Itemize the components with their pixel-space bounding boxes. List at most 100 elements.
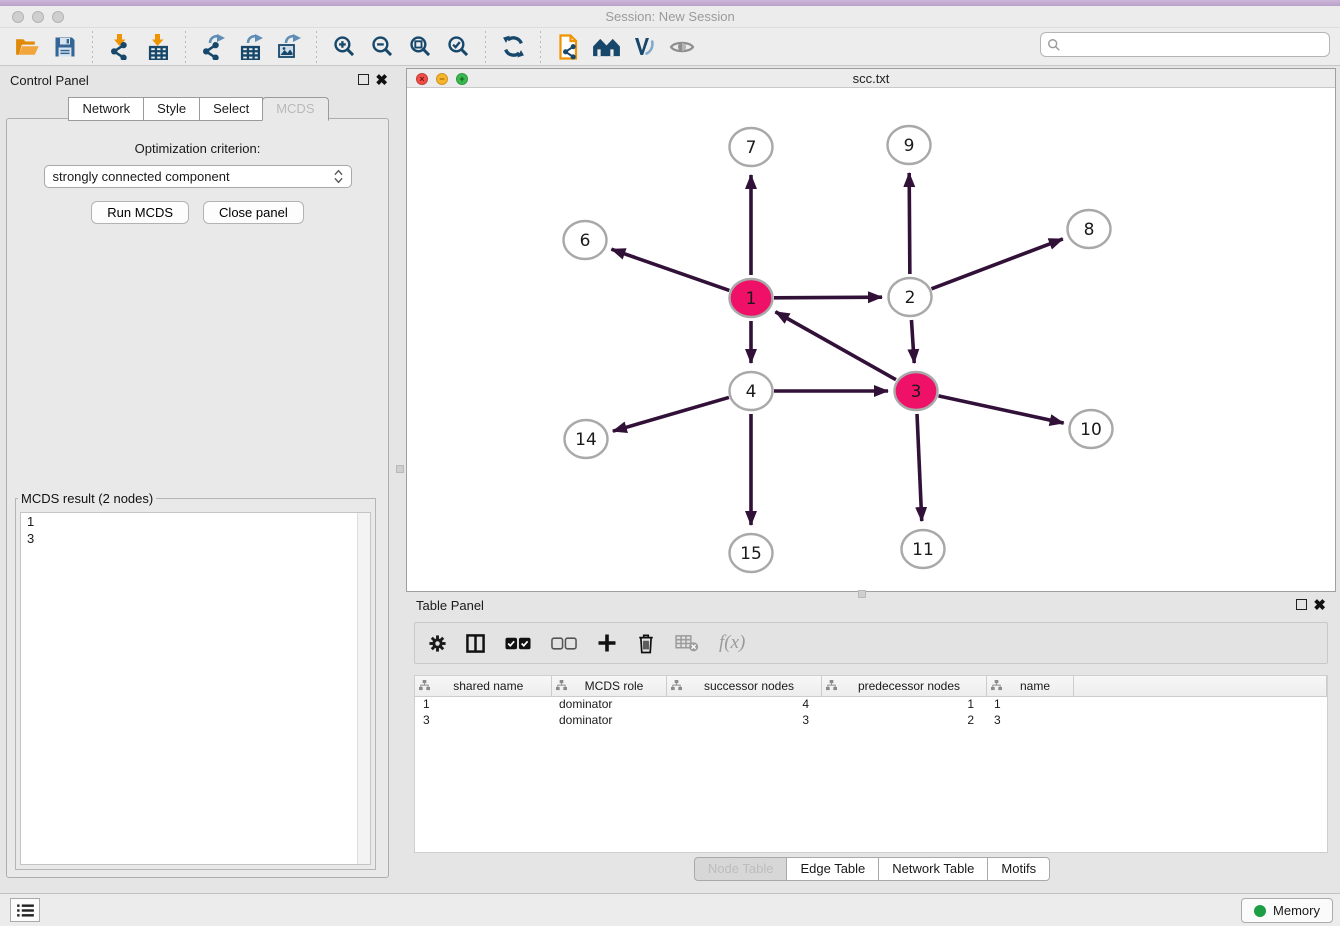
graph-edge-2-8[interactable] — [932, 239, 1063, 289]
zoom-in-button[interactable] — [325, 30, 363, 64]
table-cell[interactable]: 1 — [986, 696, 1073, 712]
memory-label: Memory — [1273, 903, 1320, 918]
graph-edge-2-3[interactable] — [911, 320, 914, 363]
criterion-select[interactable]: strongly connected component — [44, 165, 352, 188]
graph-node-6[interactable]: 6 — [564, 221, 607, 259]
table-cell[interactable]: 1 — [415, 696, 551, 712]
refresh-icon — [501, 34, 526, 59]
table-row[interactable]: 3dominator323 — [415, 712, 1327, 728]
table-cell[interactable]: 4 — [666, 696, 821, 712]
graph-node-14[interactable]: 14 — [565, 420, 608, 458]
graph-edge-2-9[interactable] — [909, 173, 910, 274]
graph-edge-1-6[interactable] — [611, 249, 729, 290]
svg-text:6: 6 — [580, 231, 591, 251]
graph-edge-3-1[interactable] — [775, 312, 896, 380]
close-panel-icon[interactable]: ✖ — [375, 71, 388, 89]
tab-style[interactable]: Style — [143, 97, 200, 121]
tab-mcds[interactable]: MCDS — [262, 97, 328, 121]
column-header-MCDS-role[interactable]: MCDS role — [551, 676, 666, 696]
export-image-button[interactable] — [270, 30, 308, 64]
graph-edge-3-10[interactable] — [938, 396, 1063, 423]
table-cell[interactable]: dominator — [551, 696, 666, 712]
zoom-out-button[interactable] — [363, 30, 401, 64]
trash-icon — [637, 633, 655, 654]
float-panel-icon[interactable] — [1296, 599, 1307, 610]
open-session-button[interactable] — [8, 30, 46, 64]
import-table-button[interactable] — [139, 30, 177, 64]
graphics-details-button[interactable] — [663, 30, 701, 64]
split-divider-handle[interactable] — [858, 590, 866, 598]
export-network-button[interactable] — [194, 30, 232, 64]
column-header-shared-name[interactable]: shared name — [415, 676, 551, 696]
deselect-all-columns-button[interactable] — [551, 637, 577, 650]
search-box[interactable] — [1040, 32, 1330, 57]
table-cell[interactable]: 1 — [821, 696, 986, 712]
table-cell[interactable]: 3 — [415, 712, 551, 728]
memory-status-dot — [1254, 905, 1266, 917]
memory-button[interactable]: Memory — [1241, 898, 1333, 923]
graph-node-2[interactable]: 2 — [889, 278, 932, 316]
export-network-icon — [200, 34, 226, 60]
column-header-successor-nodes[interactable]: successor nodes — [666, 676, 821, 696]
float-panel-icon[interactable] — [358, 74, 369, 85]
table-cell[interactable]: dominator — [551, 712, 666, 728]
search-input[interactable] — [1065, 36, 1323, 53]
table-settings-button[interactable] — [429, 635, 446, 652]
tab-select[interactable]: Select — [199, 97, 263, 121]
tab-edge-table[interactable]: Edge Table — [786, 857, 879, 881]
close-panel-icon[interactable]: ✖ — [1313, 596, 1326, 614]
run-mcds-button[interactable]: Run MCDS — [91, 201, 189, 224]
task-history-button[interactable] — [10, 898, 40, 922]
graph-node-8[interactable]: 8 — [1068, 210, 1111, 248]
graph-edge-4-14[interactable] — [613, 397, 729, 431]
export-table-button[interactable] — [232, 30, 270, 64]
result-scrollbar[interactable] — [357, 513, 370, 864]
table-cell[interactable]: 3 — [666, 712, 821, 728]
toolbar-separator — [485, 31, 486, 63]
graph-node-7[interactable]: 7 — [730, 128, 773, 166]
select-all-columns-button[interactable] — [505, 637, 531, 650]
tab-network[interactable]: Network — [68, 97, 144, 121]
fx-icon: f(x) — [719, 632, 745, 654]
graph-node-4[interactable]: 4 — [730, 372, 773, 410]
mcds-result-list: 13 — [20, 512, 371, 865]
graph-edge-1-2[interactable] — [774, 297, 882, 298]
vizmapper-button[interactable] — [625, 30, 663, 64]
table-row[interactable]: 1dominator411 — [415, 696, 1327, 712]
tab-network-table[interactable]: Network Table — [878, 857, 988, 881]
graph-node-10[interactable]: 10 — [1070, 410, 1113, 448]
close-panel-button[interactable]: Close panel — [203, 201, 304, 224]
network-canvas[interactable]: 1 2 3 4 6 7 8 9 10 11 14 15 — [407, 88, 1335, 591]
column-header-name[interactable]: name — [986, 676, 1073, 696]
unchecked-boxes-icon — [551, 637, 577, 650]
first-neighbors-button[interactable] — [587, 30, 625, 64]
tab-motifs[interactable]: Motifs — [987, 857, 1050, 881]
graph-node-11[interactable]: 11 — [902, 530, 945, 568]
export-table-icon — [238, 34, 264, 60]
show-column-panel-button[interactable] — [466, 634, 485, 653]
import-network-button[interactable] — [101, 30, 139, 64]
apply-preferred-layout-button[interactable] — [494, 30, 532, 64]
delete-columns-button[interactable] — [637, 633, 655, 654]
save-icon — [53, 35, 77, 59]
tab-node-table[interactable]: Node Table — [694, 857, 788, 881]
column-header-predecessor-nodes[interactable]: predecessor nodes — [821, 676, 986, 696]
graph-node-15[interactable]: 15 — [730, 534, 773, 572]
table-cell[interactable]: 3 — [986, 712, 1073, 728]
graph-node-3[interactable]: 3 — [895, 372, 938, 410]
zoom-selected-button[interactable] — [439, 30, 477, 64]
zoom-fit-button[interactable] — [401, 30, 439, 64]
table-cell[interactable]: 2 — [821, 712, 986, 728]
new-network-from-selection-button[interactable] — [549, 30, 587, 64]
split-divider-handle[interactable] — [396, 465, 404, 473]
graph-node-9[interactable]: 9 — [888, 126, 931, 164]
graph-edge-3-11[interactable] — [917, 414, 922, 521]
network-frame-titlebar[interactable]: × − + scc.txt — [407, 69, 1335, 88]
save-session-button[interactable] — [46, 30, 84, 64]
create-new-column-button[interactable] — [597, 633, 617, 653]
table-delete-icon — [675, 634, 699, 652]
toolbar-separator — [92, 31, 93, 63]
graph-node-1[interactable]: 1 — [730, 279, 773, 317]
cytoscape-window: Session: New Session Control Panel ✖ Net… — [0, 0, 1340, 926]
gear-icon — [429, 635, 446, 652]
